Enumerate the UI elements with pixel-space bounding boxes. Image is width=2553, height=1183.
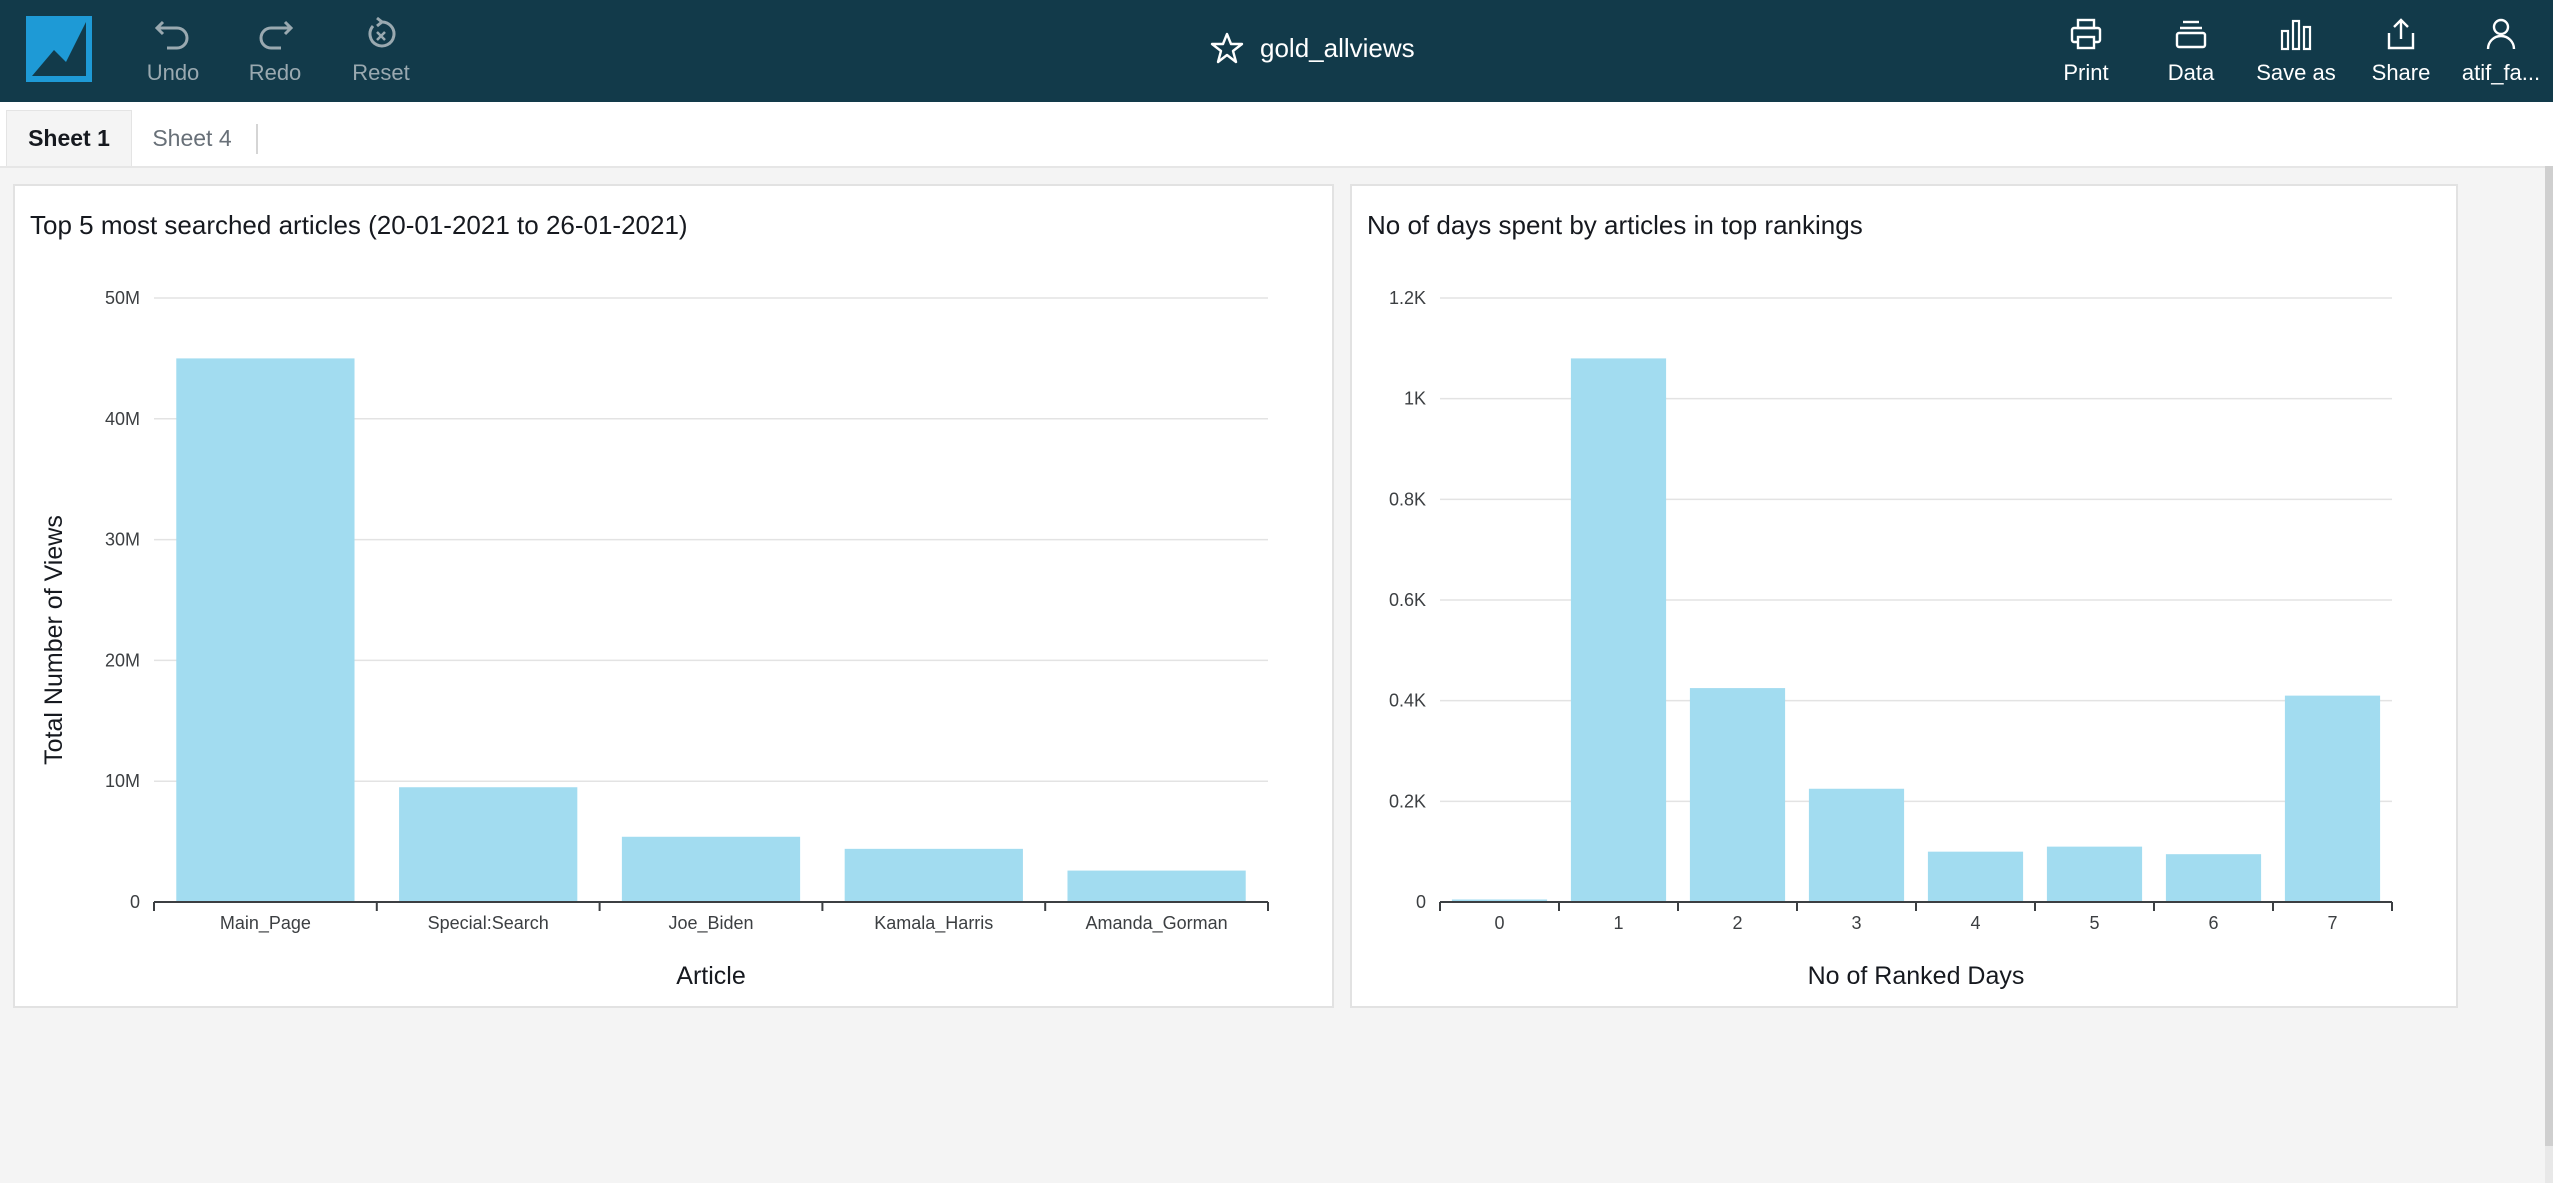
user-icon — [2458, 14, 2544, 54]
undo-label: Undo — [146, 60, 200, 85]
save-as-label: Save as — [2256, 60, 2336, 85]
y-tick-label: 30M — [105, 530, 140, 550]
x-tick-label: 0 — [1494, 913, 1504, 933]
y-tick-label: 0.4K — [1389, 691, 1426, 711]
print-button[interactable]: Print — [2052, 14, 2120, 86]
reset-icon — [336, 14, 426, 54]
quicksight-logo-icon[interactable] — [26, 16, 92, 82]
scrollbar-thumb[interactable] — [2545, 166, 2553, 1146]
reset-label: Reset — [352, 60, 410, 85]
y-tick-label: 0.2K — [1389, 791, 1426, 811]
x-tick-label: 2 — [1732, 913, 1742, 933]
x-axis-title: Article — [676, 962, 745, 990]
x-axis-title: No of Ranked Days — [1808, 962, 2025, 990]
bar — [1689, 688, 1786, 902]
x-tick-label: 6 — [2208, 913, 2218, 933]
x-tick-label: 5 — [2089, 913, 2099, 933]
x-tick-label: 1 — [1613, 913, 1623, 933]
sheet-tab-bar: Sheet 1 Sheet 4 — [0, 102, 2553, 168]
data-button[interactable]: Data — [2158, 14, 2224, 86]
x-tick-label: Amanda_Gorman — [1086, 913, 1228, 934]
bar — [1927, 851, 2024, 902]
y-tick-label: 0 — [1416, 892, 1426, 912]
share-icon — [2366, 14, 2436, 54]
bar — [844, 848, 1023, 902]
x-tick-label: 3 — [1851, 913, 1861, 933]
redo-icon — [230, 14, 320, 54]
bar — [1570, 358, 1667, 902]
document-title-area: gold_allviews — [1210, 28, 1415, 68]
redo-button[interactable]: Redo — [230, 14, 320, 86]
bar — [176, 358, 355, 902]
share-label: Share — [2371, 60, 2431, 85]
analysis-title: gold_allviews — [1260, 32, 1415, 63]
bar — [399, 787, 578, 902]
y-tick-label: 0 — [130, 892, 140, 912]
reset-button[interactable]: Reset — [336, 14, 426, 86]
tab-sheet-4[interactable]: Sheet 4 — [132, 110, 252, 166]
share-button[interactable]: Share — [2366, 14, 2436, 86]
x-tick-label: Special:Search — [428, 913, 549, 933]
tab-divider — [256, 124, 258, 154]
y-tick-label: 0.8K — [1389, 489, 1426, 509]
top-navigation-bar: Undo Redo Reset gold_allviews Print Data — [0, 0, 2553, 102]
user-name: atif_fa... — [2461, 60, 2541, 85]
visual-card-top-articles[interactable]: Top 5 most searched articles (20-01-2021… — [13, 184, 1334, 1008]
printer-icon — [2052, 14, 2120, 54]
x-tick-label: Joe_Biden — [668, 913, 753, 934]
bar — [1067, 870, 1246, 902]
undo-icon — [128, 14, 218, 54]
y-tick-label: 1K — [1404, 389, 1426, 409]
user-menu-button[interactable]: atif_fa... — [2458, 14, 2544, 86]
print-label: Print — [2063, 60, 2109, 85]
data-label: Data — [2167, 60, 2215, 85]
bar-chart-ranked-days: 0 0.2K 0.4K 0.6K 0.8K 1K 1.2K 0 1 2 3 4 5 6 7 No of Ran… — [1389, 288, 2393, 990]
y-tick-label: 20M — [105, 650, 140, 670]
favorite-star-icon[interactable] — [1210, 31, 1244, 65]
y-tick-label: 1.2K — [1389, 288, 1426, 308]
y-tick-label: 10M — [105, 771, 140, 791]
y-axis-title: Total Number of Views — [40, 515, 68, 765]
x-tick-label: Main_Page — [220, 913, 311, 934]
visual-card-ranked-days[interactable]: No of days spent by articles in top rank… — [1350, 184, 2458, 1008]
data-stack-icon — [2158, 14, 2224, 54]
x-tick-label: Kamala_Harris — [874, 913, 993, 934]
undo-button[interactable]: Undo — [128, 14, 218, 86]
bar — [621, 836, 801, 902]
bar — [2284, 695, 2381, 902]
tab-sheet-1[interactable]: Sheet 1 — [6, 110, 132, 166]
vertical-scrollbar[interactable] — [2545, 166, 2553, 1183]
x-tick-label: 4 — [1970, 913, 1980, 933]
x-tick-label: 7 — [2327, 913, 2337, 933]
bar-chart-top-articles: 0 10M 20M 30M 40M 50M Main_Page Special:Search J… — [40, 288, 1269, 990]
save-as-button[interactable]: Save as — [2254, 14, 2338, 86]
bar — [1808, 788, 1905, 902]
y-tick-label: 0.6K — [1389, 590, 1426, 610]
bar-chart-icon — [2254, 14, 2338, 54]
redo-label: Redo — [248, 60, 302, 85]
y-tick-label: 50M — [105, 288, 140, 308]
y-tick-label: 40M — [105, 409, 140, 429]
bar — [2046, 846, 2143, 902]
bar — [2165, 854, 2262, 902]
